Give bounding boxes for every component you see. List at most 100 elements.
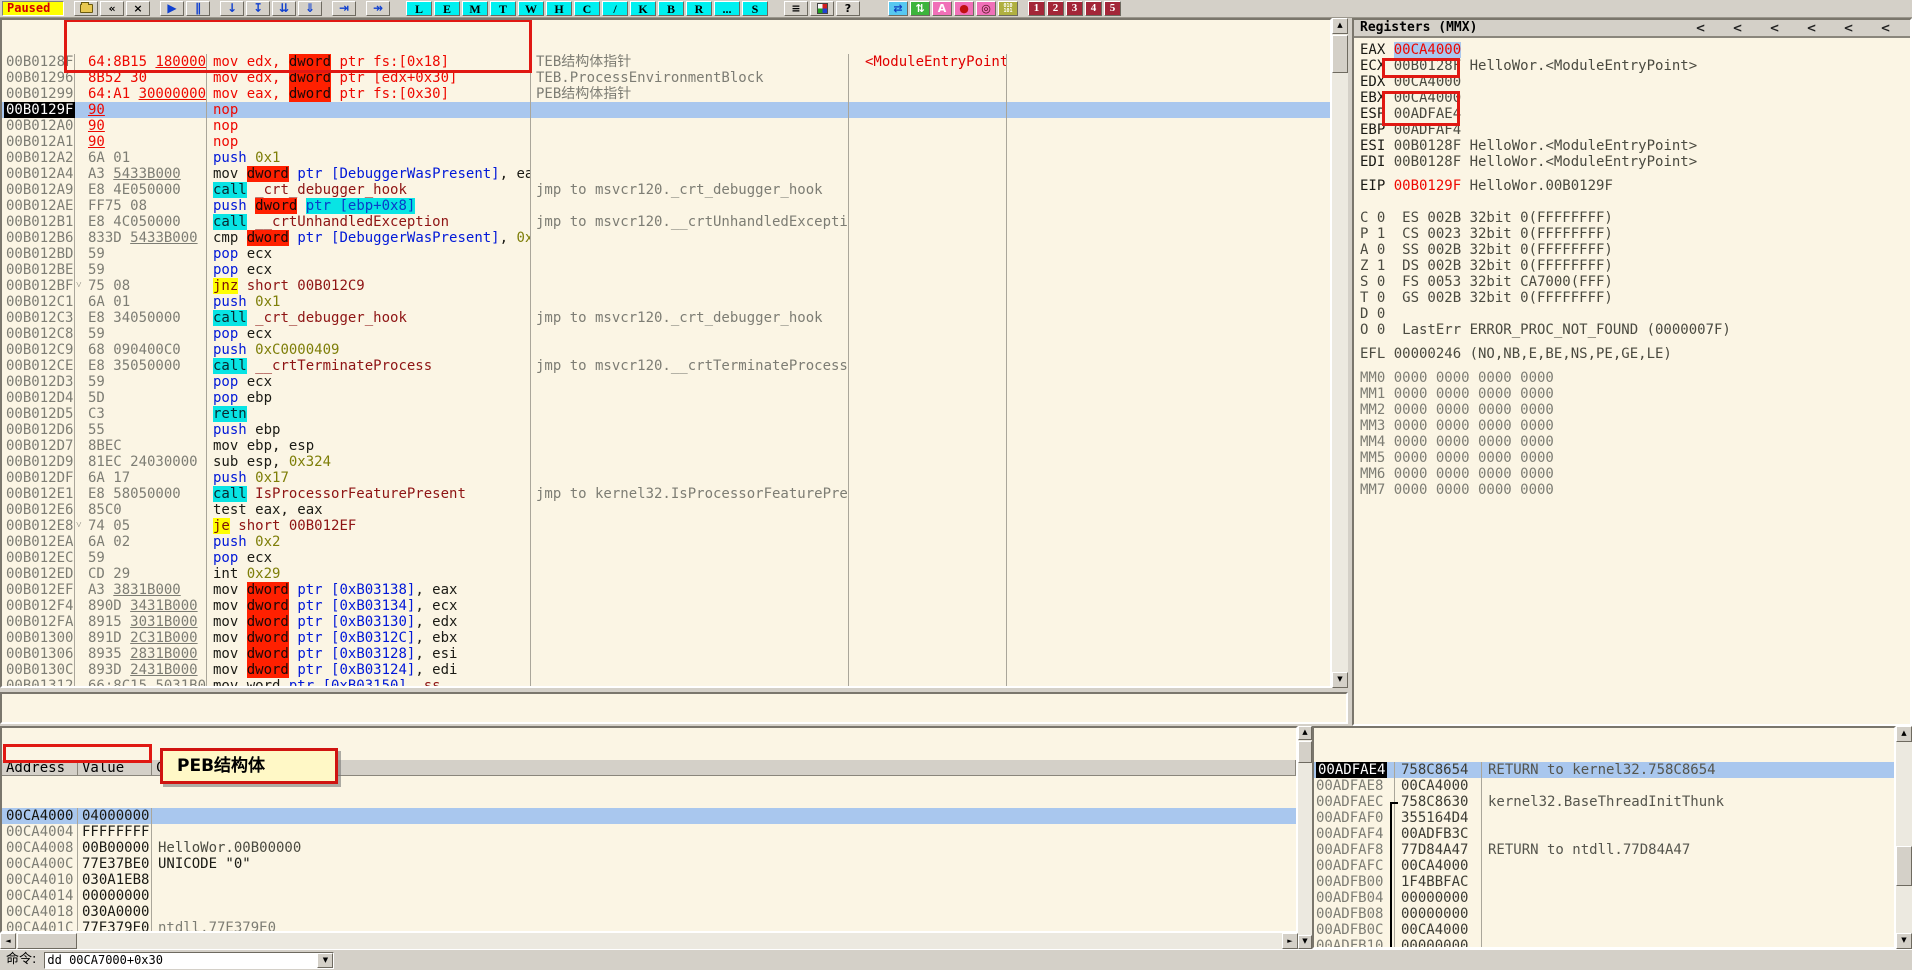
animate-into-button[interactable]: ⇊ [272, 1, 296, 16]
scroll-down-icon[interactable]: ▼ [1896, 933, 1912, 949]
stack-row[interactable]: 00ADFAE8 00CA4000 [1314, 778, 1894, 794]
register-line[interactable]: EAX 00CA4000 [1360, 42, 1910, 58]
stack-row[interactable]: 00ADFAF4 00ADFB3C [1314, 826, 1894, 842]
register-line[interactable]: MM2 0000 0000 0000 0000 [1360, 402, 1910, 418]
execute-till-return-button[interactable]: ⇥ [332, 1, 356, 16]
register-line[interactable]: EDI 00B0128F HelloWor.<ModuleEntryPoint> [1360, 154, 1910, 170]
disasm-row[interactable]: 00B012A4 A3 5433B000 mov dword ptr [Debugg… [2, 166, 1330, 182]
register-line[interactable]: C 0 ES 002B 32bit 0(FFFFFFFF) [1360, 210, 1910, 226]
dump-row[interactable]: 00CA4000 04000000 [2, 808, 1296, 824]
disasm-row[interactable]: 00B012B6833D 5433B000 00cmp dword ptr [D… [2, 230, 1330, 246]
help-button[interactable]: ? [836, 1, 860, 16]
stack-row[interactable]: 00ADFB00 1F4BBFAC [1314, 874, 1894, 890]
register-line[interactable]: T 0 GS 002B 32bit 0(FFFFFFFF) [1360, 290, 1910, 306]
scroll-down-icon[interactable]: ▼ [1332, 672, 1348, 688]
window-button-c[interactable]: C [574, 1, 600, 16]
window-button-runtrace[interactable]: ... [714, 1, 740, 16]
chevron-left-icon[interactable]: < [1830, 22, 1867, 34]
disasm-row[interactable]: 00B012AE FF75 08 push dword ptr [ebp+0x8] [2, 198, 1330, 214]
scroll-thumb[interactable] [1298, 741, 1312, 763]
disasm-row[interactable]: 00B012D4 5D pop ebp [2, 390, 1330, 406]
chevron-left-icon[interactable]: < [1682, 22, 1719, 34]
dump-row[interactable]: 00CA401C 77E379E0 ntdll.77E379E0 [2, 920, 1296, 931]
window-button-m[interactable]: M [462, 1, 488, 16]
disasm-row[interactable]: 00B012DF 6A 17 push 0x17 [2, 470, 1330, 486]
go-to-address-button[interactable]: ↠ [366, 1, 390, 16]
register-line[interactable]: ESP 00ADFAE4 [1360, 106, 1910, 122]
stack-row[interactable]: 00ADFAE4 758C8654 RETURN to kernel32.758C8… [1314, 762, 1894, 778]
plugin-number-button-1[interactable]: 1 [1028, 1, 1045, 16]
plugin-number-button-5[interactable]: 5 [1104, 1, 1121, 16]
plugin-number-button-2[interactable]: 2 [1047, 1, 1064, 16]
open-file-button[interactable] [74, 1, 98, 16]
disasm-row[interactable]: 00B012CE E8 35050000 call __crtTerminatePr… [2, 358, 1330, 374]
window-button-patches[interactable]: / [602, 1, 628, 16]
dump-row[interactable]: 00CA400C 77E37BE0 UNICODE "0" [2, 856, 1296, 872]
register-line[interactable]: P 1 CS 0023 32bit 0(FFFFFFFF) [1360, 226, 1910, 242]
register-line[interactable]: MM1 0000 0000 0000 0000 [1360, 386, 1910, 402]
window-button-s[interactable]: S [742, 1, 768, 16]
disasm-row[interactable]: 00B012D6 55 push ebp [2, 422, 1330, 438]
register-line[interactable]: EBX 00CA4000 [1360, 90, 1910, 106]
register-line[interactable]: MM0 0000 0000 0000 0000 [1360, 370, 1910, 386]
register-line[interactable]: ECX 00B0128F HelloWor.<ModuleEntryPoint> [1360, 58, 1910, 74]
disasm-row[interactable]: 00B012A9 E8 4E050000 call _crt_debugger_ho… [2, 182, 1330, 198]
registers-title-bar[interactable]: Registers (MMX) < < < < < < [1354, 20, 1910, 38]
plugin-number-button-4[interactable]: 4 [1085, 1, 1102, 16]
disasm-row[interactable]: 00B012F4 890D 3431B000 mov dword ptr [0xB0… [2, 598, 1330, 614]
disasm-row[interactable]: 00B012BF ˅ 75 08 jnz short 00B012C9 [2, 278, 1330, 294]
stack-row[interactable]: 00ADFB08 00000000 [1314, 906, 1894, 922]
stack-scrollbar[interactable]: ▲ ▼ [1896, 726, 1912, 949]
dump-header-value[interactable]: Value [78, 760, 152, 776]
register-line[interactable]: ESI 00B0128F HelloWor.<ModuleEntryPoint> [1360, 138, 1910, 154]
register-line[interactable]: O 0 LastErr ERROR_PROC_NOT_FOUND (000000… [1360, 322, 1910, 338]
stack-row[interactable]: 00ADFAEC 758C8630 kernel32.BaseThreadInitT… [1314, 794, 1894, 810]
appearance-button[interactable] [810, 1, 834, 16]
disasm-row[interactable]: 00B01306 8935 2831B000 mov dword ptr [0xB0… [2, 646, 1330, 662]
disasm-row[interactable]: 00B012E1 E8 58050000 call IsProcessorFeatu… [2, 486, 1330, 502]
stack-row[interactable]: 00ADFB04 00000000 [1314, 890, 1894, 906]
step-over-button[interactable]: ↧ [246, 1, 270, 16]
disasm-row[interactable]: 00B012EC 59 pop ecx [2, 550, 1330, 566]
target-icon[interactable]: ◎ [976, 1, 996, 16]
swap-icon[interactable]: ⇄ [888, 1, 908, 16]
register-line[interactable]: MM4 0000 0000 0000 0000 [1360, 434, 1910, 450]
disasm-row[interactable]: 00B012D5 C3 retn [2, 406, 1330, 422]
scroll-up-icon[interactable]: ▲ [1332, 18, 1348, 34]
record-icon[interactable]: ● [954, 1, 974, 16]
disasm-row[interactable]: 00B012ED CD 29 int 0x29 [2, 566, 1330, 582]
stack-row[interactable]: 00ADFB0C 00CA4000 [1314, 922, 1894, 938]
disasm-row[interactable]: 00B012C1 6A 01 push 0x1 [2, 294, 1330, 310]
chevron-left-icon[interactable]: < [1719, 22, 1756, 34]
register-line[interactable]: EFL 00000246 (NO,NB,E,BE,NS,PE,GE,LE) [1360, 346, 1910, 362]
window-button-r[interactable]: R [686, 1, 712, 16]
disasm-row[interactable]: 00B01299 64:A1 30000000 mov eax, dword ptr… [2, 86, 1330, 102]
binary-icon[interactable]: 010 101 [998, 1, 1018, 16]
dump-row[interactable]: 00CA4010 030A1EB8 [2, 872, 1296, 888]
register-line[interactable]: MM3 0000 0000 0000 0000 [1360, 418, 1910, 434]
animate-over-button[interactable]: ⇓ [298, 1, 322, 16]
scroll-up-icon[interactable]: ▲ [1298, 726, 1312, 740]
analyze-a-icon[interactable]: A [932, 1, 952, 16]
stack-row[interactable]: 00ADFB10 00000000 [1314, 938, 1894, 947]
window-button-l[interactable]: L [406, 1, 432, 16]
stack-row[interactable]: 00ADFAF0 355164D4 [1314, 810, 1894, 826]
dump-vertical-scrollbar[interactable]: ▲ ▼ [1298, 726, 1312, 949]
disasm-row[interactable]: 00B012EF A3 3831B000 mov dword ptr [0xB031… [2, 582, 1330, 598]
scroll-down-icon[interactable]: ▼ [1298, 935, 1312, 949]
window-button-h[interactable]: H [546, 1, 572, 16]
disasm-row[interactable]: 00B012A1 90 nop [2, 134, 1330, 150]
disasm-row[interactable]: 00B012D7 8BEC mov ebp, esp [2, 438, 1330, 454]
step-into-button[interactable]: ↓ [220, 1, 244, 16]
scroll-thumb[interactable] [17, 933, 77, 949]
pause-button[interactable]: ∥ [186, 1, 210, 16]
window-button-t[interactable]: T [490, 1, 516, 16]
scroll-up-icon[interactable]: ▲ [1896, 726, 1912, 742]
view-menu-button[interactable]: ≡ [784, 1, 808, 16]
disasm-row[interactable]: 00B0131266:8C15 5031B000mov word ptr [0x… [2, 678, 1330, 686]
disasm-row[interactable]: 00B012D9 81EC 24030000 sub esp, 0x324 [2, 454, 1330, 470]
command-input[interactable] [47, 953, 314, 967]
disassembly-scrollbar[interactable]: ▲ ▼ [1332, 18, 1348, 688]
disasm-row[interactable]: 00B012BD 59 pop ecx [2, 246, 1330, 262]
dump-row[interactable]: 00CA4004 FFFFFFFF [2, 824, 1296, 840]
